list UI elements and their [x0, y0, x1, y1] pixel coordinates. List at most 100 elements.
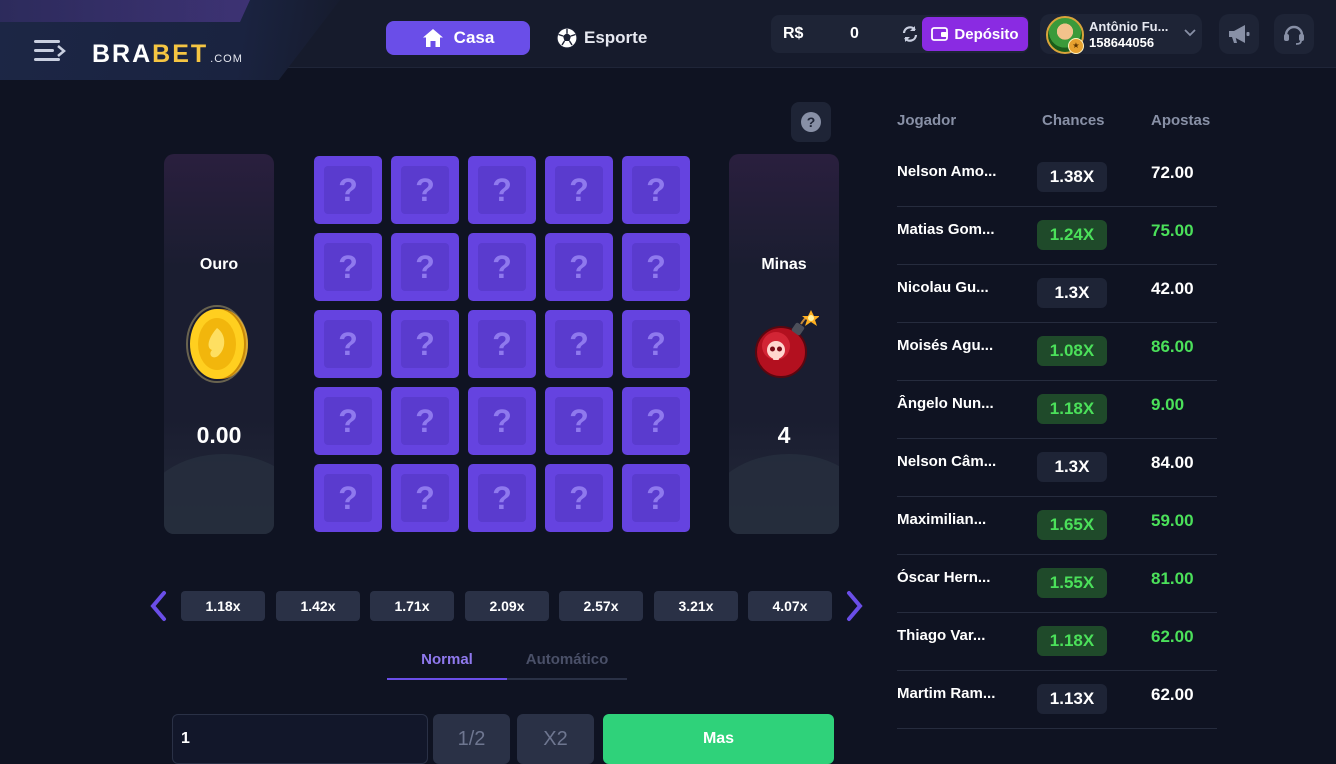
tab-active-indicator — [387, 678, 507, 680]
table-row: Nelson Amo... 1.38X 72.00 — [897, 149, 1217, 207]
question-mark-icon: ? — [401, 243, 449, 291]
question-mark-icon: ? — [555, 320, 603, 368]
player-name: Nelson Amo... — [897, 163, 997, 180]
question-mark-icon: ? — [401, 166, 449, 214]
multiplier-chip: 1.71x — [370, 591, 454, 621]
nav-casa-button[interactable]: Casa — [386, 21, 530, 55]
chance-badge: 1.08X — [1037, 336, 1107, 366]
chevron-left-icon[interactable] — [149, 590, 169, 622]
question-mark-icon: ? — [555, 166, 603, 214]
question-mark-icon: ? — [632, 243, 680, 291]
bet-amount: 75.00 — [1151, 221, 1194, 240]
tab-automatico[interactable]: Automático — [507, 651, 627, 668]
question-mark-icon: ? — [324, 320, 372, 368]
grid-tile[interactable]: ? — [468, 233, 536, 301]
grid-tile[interactable]: ? — [545, 233, 613, 301]
chance-badge: 1.38X — [1037, 162, 1107, 192]
gold-value: 0.00 — [196, 422, 242, 448]
player-name: Matias Gom... — [897, 221, 995, 238]
bet-amount: 62.00 — [1151, 627, 1194, 646]
deposit-label: Depósito — [954, 25, 1019, 43]
grid-tile[interactable]: ? — [545, 156, 613, 224]
grid-tile[interactable]: ? — [622, 156, 690, 224]
brand-accent — [0, 0, 250, 22]
double-button[interactable]: X2 — [517, 714, 594, 764]
bet-button[interactable]: Mas — [603, 714, 834, 764]
grid-tile[interactable]: ? — [391, 464, 459, 532]
bet-amount: 84.00 — [1151, 453, 1194, 472]
question-mark-icon: ? — [632, 166, 680, 214]
nav-casa-label: Casa — [453, 28, 495, 47]
grid-tile[interactable]: ? — [622, 464, 690, 532]
grid-tile[interactable]: ? — [545, 310, 613, 378]
grid-tile[interactable]: ? — [622, 310, 690, 378]
question-mark-icon: ? — [555, 474, 603, 522]
grid-tile[interactable]: ? — [468, 310, 536, 378]
logo-part1: BRA — [92, 40, 153, 68]
tab-normal[interactable]: Normal — [387, 651, 507, 668]
panel-glow — [164, 454, 274, 534]
question-icon: ? — [801, 112, 821, 132]
grid-tile[interactable]: ? — [314, 310, 382, 378]
wallet-icon — [931, 27, 949, 41]
bomb-icon — [755, 310, 819, 378]
table-row: Martim Ram... 1.13X 62.00 — [897, 671, 1217, 729]
nav-esporte-label: Esporte — [584, 28, 648, 47]
multiplier-chip: 1.18x — [181, 591, 265, 621]
chevron-right-icon[interactable] — [844, 590, 864, 622]
grid-tile[interactable]: ? — [314, 464, 382, 532]
support-button[interactable] — [1274, 14, 1314, 54]
grid-tile[interactable]: ? — [391, 387, 459, 455]
grid-tile[interactable]: ? — [391, 156, 459, 224]
menu-icon[interactable] — [34, 38, 66, 64]
question-mark-icon: ? — [324, 243, 372, 291]
gold-panel: Ouro 0.00 — [164, 154, 274, 534]
grid-tile[interactable]: ? — [545, 464, 613, 532]
help-button[interactable]: ? — [791, 102, 831, 142]
table-row: Ângelo Nun... 1.18X 9.00 — [897, 381, 1217, 439]
half-button[interactable]: 1/2 — [433, 714, 510, 764]
grid-tile[interactable]: ? — [622, 233, 690, 301]
col-header-player: Jogador — [897, 112, 957, 129]
grid-tile[interactable]: ? — [391, 233, 459, 301]
question-mark-icon: ? — [555, 397, 603, 445]
grid-tile[interactable]: ? — [314, 387, 382, 455]
brand-logo[interactable]: BRABET .COM — [92, 40, 243, 69]
user-id: 158644056 — [1089, 35, 1155, 50]
bet-amount-input[interactable] — [172, 714, 428, 764]
grid-tile[interactable]: ? — [314, 156, 382, 224]
question-mark-icon: ? — [401, 397, 449, 445]
grid-tile[interactable]: ? — [545, 387, 613, 455]
player-name: Martim Ram... — [897, 685, 996, 702]
grid-tile[interactable]: ? — [468, 464, 536, 532]
bet-amount: 81.00 — [1151, 569, 1194, 588]
bet-amount: 9.00 — [1151, 395, 1185, 414]
question-mark-icon: ? — [401, 474, 449, 522]
player-name: Thiago Var... — [897, 627, 986, 644]
announcement-button[interactable] — [1219, 14, 1259, 54]
vip-badge-icon: ★ — [1068, 38, 1084, 54]
col-header-chances: Chances — [1042, 112, 1105, 129]
question-mark-icon: ? — [478, 320, 526, 368]
chance-badge: 1.18X — [1037, 394, 1107, 424]
question-mark-icon: ? — [478, 474, 526, 522]
question-mark-icon: ? — [324, 397, 372, 445]
grid-tile[interactable]: ? — [468, 156, 536, 224]
question-mark-icon: ? — [632, 474, 680, 522]
grid-tile[interactable]: ? — [468, 387, 536, 455]
col-header-bets: Apostas — [1151, 112, 1211, 129]
refresh-icon[interactable] — [900, 24, 920, 44]
grid-tile[interactable]: ? — [622, 387, 690, 455]
chevron-down-icon[interactable] — [1184, 26, 1196, 38]
nav-esporte-button[interactable]: Esporte — [556, 21, 666, 55]
panel-glow — [729, 454, 839, 534]
player-name: Moisés Agu... — [897, 337, 994, 354]
logo-part2: BET — [152, 40, 209, 68]
table-row: Moisés Agu... 1.08X 86.00 — [897, 323, 1217, 381]
chance-badge: 1.13X — [1037, 684, 1107, 714]
table-row: Matias Gom... 1.24X 75.00 — [897, 207, 1217, 265]
grid-tile[interactable]: ? — [314, 233, 382, 301]
multiplier-chip: 1.42x — [276, 591, 360, 621]
deposit-button[interactable]: Depósito — [922, 17, 1028, 51]
grid-tile[interactable]: ? — [391, 310, 459, 378]
